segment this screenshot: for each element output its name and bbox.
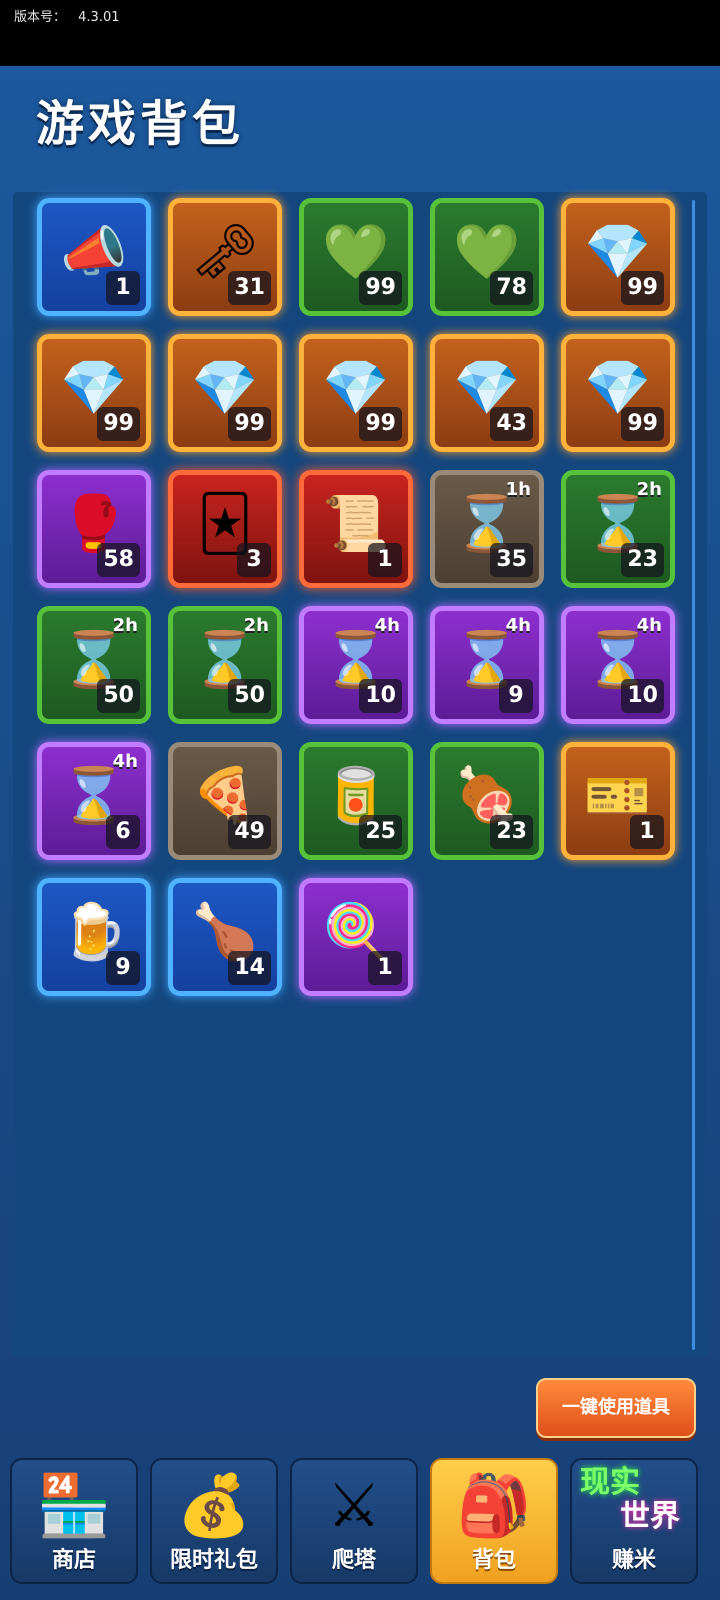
item-count: 58 bbox=[97, 543, 140, 577]
item-count: 9 bbox=[499, 679, 533, 713]
item-count: 99 bbox=[621, 407, 664, 441]
item-count: 99 bbox=[359, 271, 402, 305]
duration-tag: 2h bbox=[243, 615, 269, 636]
item-count: 43 bbox=[490, 407, 533, 441]
inventory-slot[interactable]: 🍗 14 bbox=[168, 878, 282, 996]
nav-tower-label: 爬塔 bbox=[331, 1548, 376, 1573]
item-count: 3 bbox=[237, 543, 271, 577]
inventory-slot[interactable]: 💎 99 bbox=[37, 334, 151, 452]
inventory-slot[interactable]: 🎫 1 bbox=[561, 742, 675, 860]
item-count: 23 bbox=[490, 815, 533, 849]
item-count: 1 bbox=[368, 951, 402, 985]
backpack-icon: 🎒 bbox=[456, 1471, 532, 1541]
item-count: 1 bbox=[630, 815, 664, 849]
inventory-slot[interactable]: ⌛ 2h 50 bbox=[168, 606, 282, 724]
inventory-slot[interactable]: 💚 78 bbox=[430, 198, 544, 316]
item-count: 25 bbox=[359, 815, 402, 849]
treasure-chest-icon: 💰 bbox=[176, 1471, 252, 1541]
inventory-slot[interactable]: 🥫 25 bbox=[299, 742, 413, 860]
version-number: 4.3.01 bbox=[78, 10, 120, 25]
bottom-nav: 🏪 商店 💰 限时礼包 ⚔ 爬塔 🎒 背包 现实 世界 赚米 bbox=[0, 1452, 720, 1600]
inventory-slot[interactable]: ⌛ 1h 35 bbox=[430, 470, 544, 588]
badge-line-2: 世界 bbox=[620, 1499, 680, 1534]
inventory-slot[interactable]: 🥊 58 bbox=[37, 470, 151, 588]
inventory-slot[interactable]: 💎 99 bbox=[561, 334, 675, 452]
inventory-slot[interactable]: 💚 99 bbox=[299, 198, 413, 316]
scrollbar[interactable] bbox=[692, 200, 695, 1350]
inventory-slot[interactable]: 🍕 49 bbox=[168, 742, 282, 860]
inventory-slot[interactable]: 🃏 3 bbox=[168, 470, 282, 588]
nav-gift[interactable]: 💰 限时礼包 bbox=[150, 1458, 278, 1584]
inventory-slot[interactable]: ⌛ 4h 10 bbox=[299, 606, 413, 724]
duration-tag: 2h bbox=[112, 615, 138, 636]
item-count: 1 bbox=[106, 271, 140, 305]
item-count: 23 bbox=[621, 543, 664, 577]
item-count: 6 bbox=[106, 815, 140, 849]
nav-shop-label: 商店 bbox=[51, 1548, 96, 1573]
nav-earn-label: 赚米 bbox=[611, 1548, 656, 1573]
duration-tag: 4h bbox=[112, 751, 138, 772]
inventory-slot[interactable]: 🍭 1 bbox=[299, 878, 413, 996]
item-count: 10 bbox=[621, 679, 664, 713]
inventory-slot[interactable]: ⌛ 4h 9 bbox=[430, 606, 544, 724]
duration-tag: 4h bbox=[374, 615, 400, 636]
version-label: 版本号： bbox=[14, 10, 67, 25]
nav-shop[interactable]: 🏪 商店 bbox=[10, 1458, 138, 1584]
item-count: 35 bbox=[490, 543, 533, 577]
item-count: 99 bbox=[97, 407, 140, 441]
item-count: 50 bbox=[228, 679, 271, 713]
nav-tower[interactable]: ⚔ 爬塔 bbox=[290, 1458, 418, 1584]
inventory-slot[interactable]: 💎 99 bbox=[561, 198, 675, 316]
duration-tag: 1h bbox=[505, 479, 531, 500]
duration-tag: 2h bbox=[636, 479, 662, 500]
inventory-slot[interactable]: ⌛ 4h 10 bbox=[561, 606, 675, 724]
inventory-slot[interactable]: 💎 43 bbox=[430, 334, 544, 452]
nav-bag[interactable]: 🎒 背包 bbox=[430, 1458, 558, 1584]
inventory-slot[interactable]: ⌛ 2h 50 bbox=[37, 606, 151, 724]
nav-earn[interactable]: 现实 世界 赚米 bbox=[570, 1458, 698, 1584]
inventory-panel: 📣 1 🗝 31 💚 99 💚 78 💎 99 💎 99 💎 99 💎 99 💎 43 💎 99 🥊 58 🃏 3 📜 1 ⌛ 1h 3… bbox=[13, 192, 707, 1356]
item-count: 78 bbox=[490, 271, 533, 305]
badge-line-1: 现实 bbox=[580, 1465, 640, 1500]
inventory-slot[interactable]: 📣 1 bbox=[37, 198, 151, 316]
item-count: 9 bbox=[106, 951, 140, 985]
inventory-slot[interactable]: ⌛ 2h 23 bbox=[561, 470, 675, 588]
real-world-badge: 现实 世界 bbox=[580, 1466, 680, 1534]
inventory-slot[interactable]: 🗝 31 bbox=[168, 198, 282, 316]
item-count: 49 bbox=[228, 815, 271, 849]
duration-tag: 4h bbox=[636, 615, 662, 636]
inventory-slot[interactable]: 🍖 23 bbox=[430, 742, 544, 860]
use-all-items-button[interactable]: 一键使用道具 bbox=[536, 1378, 696, 1438]
item-count: 31 bbox=[228, 271, 271, 305]
item-count: 10 bbox=[359, 679, 402, 713]
inventory-slot[interactable]: ⌛ 4h 6 bbox=[37, 742, 151, 860]
crossed-swords-icon: ⚔ bbox=[327, 1471, 381, 1541]
item-count: 50 bbox=[97, 679, 140, 713]
item-count: 14 bbox=[228, 951, 271, 985]
status-bar: 版本号： 4.3.01 bbox=[0, 0, 720, 66]
inventory-slot[interactable]: 💎 99 bbox=[299, 334, 413, 452]
inventory-slot[interactable]: 💎 99 bbox=[168, 334, 282, 452]
shop-icon: 🏪 bbox=[36, 1471, 112, 1541]
duration-tag: 4h bbox=[505, 615, 531, 636]
nav-gift-label: 限时礼包 bbox=[169, 1548, 258, 1573]
inventory-slot[interactable]: 📜 1 bbox=[299, 470, 413, 588]
nav-bag-label: 背包 bbox=[471, 1548, 516, 1573]
item-count: 99 bbox=[359, 407, 402, 441]
version-info: 版本号： 4.3.01 bbox=[14, 6, 120, 25]
item-count: 99 bbox=[621, 271, 664, 305]
page-title: 游戏背包 bbox=[36, 96, 245, 152]
inventory-slot[interactable]: 🍺 9 bbox=[37, 878, 151, 996]
item-count: 1 bbox=[368, 543, 402, 577]
item-count: 99 bbox=[228, 407, 271, 441]
